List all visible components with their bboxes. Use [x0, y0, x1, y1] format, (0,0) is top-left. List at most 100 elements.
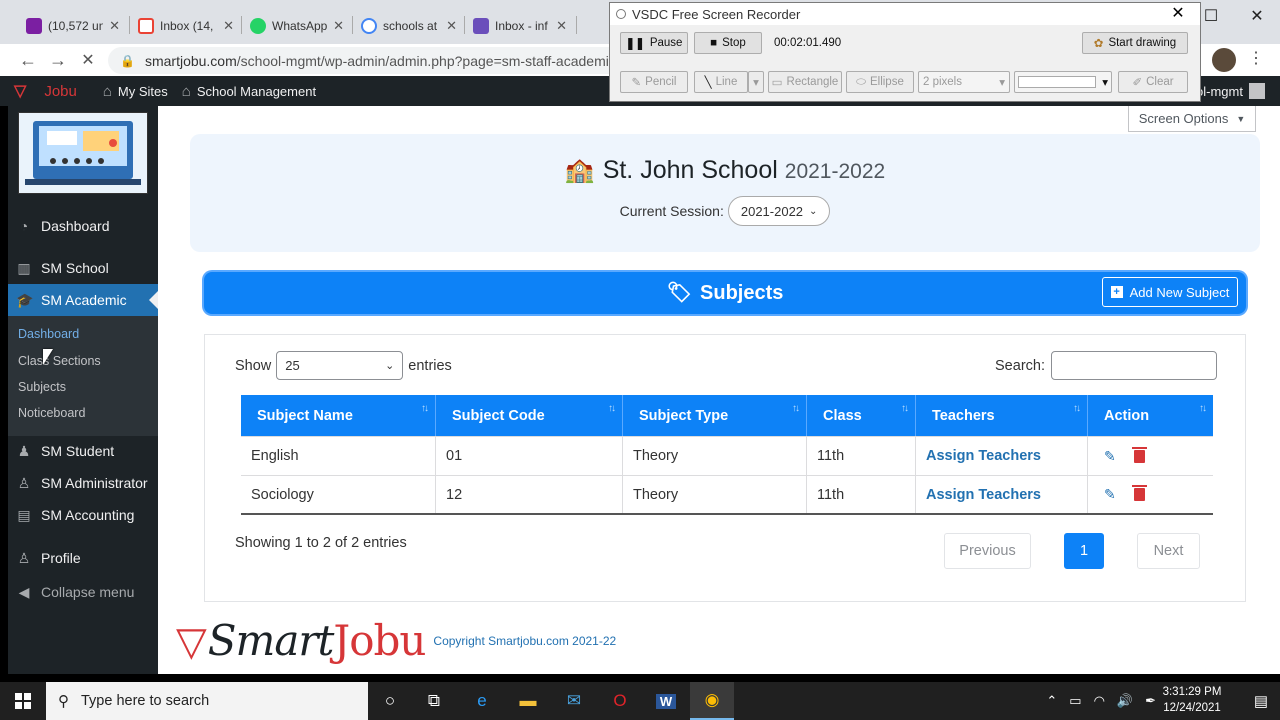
stop-loading-icon[interactable]: ✕: [76, 48, 100, 72]
next-page-button[interactable]: Next: [1137, 533, 1200, 569]
close-icon[interactable]: ✕: [109, 18, 120, 34]
submenu-item-subjects[interactable]: Subjects: [18, 380, 66, 394]
submenu-item-noticeboard[interactable]: Noticeboard: [18, 406, 85, 420]
pause-button[interactable]: ❚❚ Pause: [620, 32, 688, 54]
sidebar-item-sm-school[interactable]: ▥ SM School: [8, 252, 158, 284]
close-icon[interactable]: ✕: [333, 18, 344, 34]
sidebar-item-sm-administrator[interactable]: ♙ SM Administrator: [8, 467, 158, 499]
taskbar-search-box[interactable]: ⚲ Type here to search: [46, 682, 368, 720]
sort-icon: ↑↓: [1073, 403, 1081, 414]
close-icon[interactable]: ✕: [446, 18, 457, 34]
rectangle-tool[interactable]: ▭ Rectangle: [768, 71, 842, 93]
clear-button[interactable]: ✐ Clear: [1118, 71, 1188, 93]
search-input[interactable]: [1051, 351, 1217, 380]
vsdc-close-icon[interactable]: ✕: [1158, 3, 1198, 23]
mail-icon: [26, 18, 42, 34]
sidebar-item-profile[interactable]: ♙ Profile: [8, 542, 158, 574]
user-account-menu[interactable]: ol-mgmt: [1196, 76, 1265, 106]
subjects-table-card: Show 25 ⌄ entries Search: Subject Name ↑↓…: [204, 334, 1246, 602]
session-row: Current Session: 2021-2022 ⌄: [190, 196, 1260, 226]
delete-icon[interactable]: [1131, 446, 1147, 463]
sort-icon: ↑↓: [1199, 403, 1207, 414]
back-icon[interactable]: ←: [16, 48, 40, 72]
assign-teachers-link[interactable]: Assign Teachers: [916, 476, 1088, 513]
browser-tab[interactable]: WhatsApp ✕: [242, 8, 352, 44]
previous-page-button[interactable]: Previous: [944, 533, 1031, 569]
delete-icon[interactable]: [1131, 485, 1147, 501]
cell-subject-type: Theory: [623, 476, 807, 513]
ellipse-tool[interactable]: ⬭ Ellipse: [846, 71, 914, 93]
stop-icon: ■: [710, 37, 718, 49]
screen-options-button[interactable]: Screen Options ▼: [1128, 106, 1256, 132]
chrome-icon[interactable]: ◉: [690, 682, 734, 720]
line-width-select[interactable]: 2 pixels ▾: [918, 71, 1010, 93]
battery-icon[interactable]: ▭: [1069, 693, 1081, 709]
column-header-subject-type[interactable]: Subject Type ↑↓: [623, 395, 807, 436]
stop-button[interactable]: ■ Stop: [694, 32, 762, 54]
column-header-class[interactable]: Class ↑↓: [807, 395, 916, 436]
search-icon: ⚲: [58, 693, 69, 710]
my-sites-menu[interactable]: ⌂ My Sites: [103, 83, 168, 100]
column-header-action[interactable]: Action ↑↓: [1088, 395, 1213, 436]
edit-icon[interactable]: ✎: [1104, 448, 1116, 465]
vsdc-title-bar: VSDC Free Screen Recorder: [610, 3, 1200, 25]
cell-actions: ✎: [1088, 437, 1213, 475]
browser-tab[interactable]: Inbox - inf ✕: [465, 8, 575, 44]
browser-tab[interactable]: schools at ✕: [353, 8, 465, 44]
chevron-down-icon: ⌄: [385, 360, 395, 372]
sites-icon: ⌂: [102, 82, 112, 100]
caret-down-icon: ▼: [1236, 113, 1246, 124]
browser-tab[interactable]: Inbox (14, ✕: [130, 8, 242, 44]
browser-tab[interactable]: (10,572 un ✕: [18, 8, 128, 44]
windows-start-button[interactable]: [0, 682, 46, 720]
sidebar-item-sm-student[interactable]: ♟ SM Student: [8, 435, 158, 467]
word-icon[interactable]: W: [644, 682, 688, 720]
close-window-icon[interactable]: ✕: [1234, 0, 1280, 32]
opera-icon[interactable]: O: [598, 682, 642, 720]
taskbar-clock[interactable]: 3:31:29 PM 12/24/2021: [1158, 684, 1226, 716]
sidebar-collapse-menu[interactable]: ◀ Collapse menu: [8, 576, 158, 608]
sort-icon: ↑↓: [608, 403, 616, 414]
table-row: Sociology 12 Theory 11th Assign Teachers…: [241, 476, 1213, 515]
school-management-menu[interactable]: ⌂ School Management: [182, 83, 316, 100]
column-header-subject-name[interactable]: Subject Name ↑↓: [241, 395, 436, 436]
sidebar-item-sm-accounting[interactable]: ▤ SM Accounting: [8, 499, 158, 531]
wifi-icon[interactable]: ◠: [1094, 693, 1105, 709]
site-brand[interactable]: ▽ Jobu: [14, 81, 77, 101]
volume-icon[interactable]: 🔊: [1117, 693, 1133, 709]
pencil-tool[interactable]: ✎ Pencil: [620, 71, 688, 93]
browser-menu-icon[interactable]: ⋮: [1248, 48, 1264, 72]
sidebar-item-dashboard[interactable]: ◔ Dashboard: [8, 210, 158, 242]
column-header-teachers[interactable]: Teachers ↑↓: [916, 395, 1088, 436]
start-drawing-button[interactable]: ✿ Start drawing: [1082, 32, 1188, 54]
lock-icon: 🔒: [120, 53, 135, 68]
column-header-subject-code[interactable]: Subject Code ↑↓: [436, 395, 623, 436]
task-view-icon[interactable]: ⧉: [412, 682, 456, 720]
add-new-subject-button[interactable]: + Add New Subject: [1102, 277, 1238, 307]
page-1-button[interactable]: 1: [1064, 533, 1104, 569]
pen-icon[interactable]: ✒: [1145, 693, 1156, 709]
forward-icon[interactable]: →: [46, 48, 70, 72]
mail-app-icon[interactable]: ✉: [552, 682, 596, 720]
notifications-icon[interactable]: ▤: [1254, 692, 1268, 710]
line-dropdown[interactable]: ▾: [748, 71, 764, 93]
collapse-icon: ◀: [18, 583, 30, 600]
submenu-item-dashboard[interactable]: Dashboard: [18, 327, 79, 341]
chevron-up-icon[interactable]: ⌃: [1046, 693, 1057, 709]
color-select[interactable]: ▾: [1014, 71, 1112, 93]
profile-avatar[interactable]: [1212, 48, 1236, 72]
close-icon[interactable]: ✕: [223, 18, 234, 34]
line-tool[interactable]: ╲ Line: [694, 71, 748, 93]
file-explorer-icon[interactable]: ▬: [506, 682, 550, 720]
submenu-item-class-sections[interactable]: Class Sections: [18, 354, 101, 368]
user-avatar: [1248, 83, 1265, 99]
session-select[interactable]: 2021-2022 ⌄: [727, 196, 831, 226]
sidebar-item-sm-academic[interactable]: 🎓 SM Academic: [8, 284, 158, 316]
cortana-icon[interactable]: ○: [368, 682, 412, 720]
close-icon[interactable]: ✕: [556, 18, 567, 34]
page-length-select[interactable]: 25 ⌄: [276, 351, 404, 380]
assign-teachers-link[interactable]: Assign Teachers: [916, 437, 1088, 475]
edit-icon[interactable]: ✎: [1104, 486, 1116, 503]
admin-sidebar: ◔ Dashboard ▥ SM School 🎓 SM Academic Da…: [8, 106, 158, 674]
edge-icon[interactable]: e: [460, 682, 504, 720]
